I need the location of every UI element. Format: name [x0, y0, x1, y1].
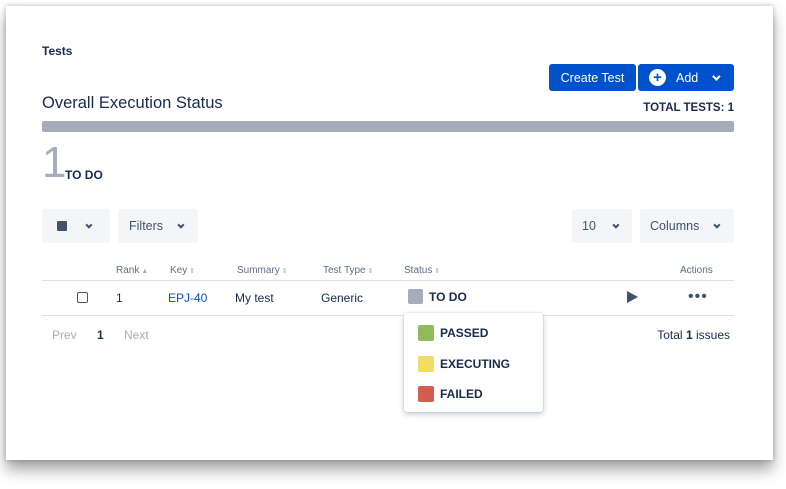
page-size-value: 10	[582, 219, 596, 233]
status-option-passed[interactable]: PASSED	[418, 325, 488, 341]
column-header-key[interactable]: Key ⇕	[170, 265, 195, 276]
total-issues-label: Total 1 issues	[657, 328, 730, 342]
pagination-prev[interactable]: Prev	[52, 328, 77, 342]
more-actions-icon[interactable]: •••	[688, 289, 708, 305]
pagination-current-page[interactable]: 1	[97, 328, 104, 342]
column-header-summary[interactable]: Summary ⇕	[237, 265, 288, 276]
sort-icon: ⇕	[281, 268, 288, 275]
todo-count: 1	[42, 138, 67, 187]
chevron-down-icon	[85, 221, 93, 229]
progress-fill-todo	[42, 121, 734, 132]
column-header-key-label: Key	[170, 265, 188, 276]
column-header-status-label: Status	[404, 265, 433, 276]
column-header-actions: Actions	[680, 265, 713, 276]
overall-status-title: Overall Execution Status	[42, 94, 223, 112]
status-dropdown-menu: PASSED EXECUTING FAILED	[404, 313, 543, 412]
total-issues-suffix: issues	[695, 328, 730, 342]
column-header-test-type[interactable]: Test Type ⇕	[323, 265, 374, 276]
filters-button[interactable]: Filters	[118, 209, 198, 243]
total-tests-label: TOTAL TESTS: 1	[643, 102, 734, 114]
column-header-rank[interactable]: Rank ▲	[116, 265, 148, 276]
status-option-executing[interactable]: EXECUTING	[418, 356, 510, 372]
page-size-select[interactable]: 10	[572, 209, 632, 243]
columns-button[interactable]: Columns	[640, 209, 734, 243]
column-header-summary-label: Summary	[237, 265, 280, 276]
status-swatch-passed	[418, 325, 434, 341]
table-header-divider	[42, 280, 734, 281]
status-progress-bar	[42, 121, 734, 132]
pagination-next[interactable]: Next	[124, 328, 149, 342]
todo-count-label: TO DO	[65, 168, 103, 182]
total-issues-prefix: Total	[657, 328, 683, 342]
row-status-label: TO DO	[429, 289, 467, 304]
row-status-select[interactable]: TO DO	[408, 289, 467, 304]
add-button[interactable]: + Add	[638, 64, 734, 91]
play-icon[interactable]	[627, 291, 638, 303]
total-issues-count: 1	[685, 328, 693, 342]
column-header-rank-label: Rank	[116, 265, 140, 276]
status-swatch-failed	[418, 386, 434, 402]
plus-icon: +	[649, 69, 666, 86]
status-option-failed[interactable]: FAILED	[418, 386, 483, 402]
tests-panel: Tests Create Test + Add Overall Executio…	[6, 6, 773, 460]
row-test-type: Generic	[321, 291, 364, 305]
status-swatch-executing	[418, 356, 434, 372]
table-row-divider	[42, 315, 734, 316]
columns-label: Columns	[650, 219, 700, 233]
row-summary: My test	[235, 291, 274, 305]
status-option-label: FAILED	[440, 387, 483, 401]
filters-label: Filters	[129, 219, 164, 233]
square-icon	[57, 221, 67, 231]
status-option-label: EXECUTING	[440, 357, 511, 371]
row-rank: 1	[116, 291, 123, 305]
chevron-down-icon	[713, 221, 721, 229]
column-header-actions-label: Actions	[680, 265, 713, 276]
row-key-link[interactable]: EPJ-40	[168, 291, 207, 305]
sort-icon: ⇕	[434, 268, 441, 275]
chevron-down-icon	[177, 221, 185, 229]
section-title: Tests	[42, 44, 73, 58]
column-header-status[interactable]: Status ⇕	[404, 265, 440, 276]
chevron-down-icon	[712, 71, 721, 81]
chevron-down-icon	[612, 221, 620, 229]
sort-icon: ⇕	[367, 268, 374, 275]
status-option-label: PASSED	[440, 326, 489, 340]
sort-icon: ⇕	[189, 268, 196, 275]
view-toggle-button[interactable]	[42, 209, 110, 243]
create-test-button[interactable]: Create Test	[549, 64, 636, 91]
row-select-checkbox[interactable]	[77, 292, 88, 303]
sort-asc-icon: ▲	[141, 268, 149, 275]
add-button-label: Add	[676, 70, 699, 85]
status-swatch-todo	[408, 289, 423, 304]
column-header-test-type-label: Test Type	[323, 265, 366, 276]
